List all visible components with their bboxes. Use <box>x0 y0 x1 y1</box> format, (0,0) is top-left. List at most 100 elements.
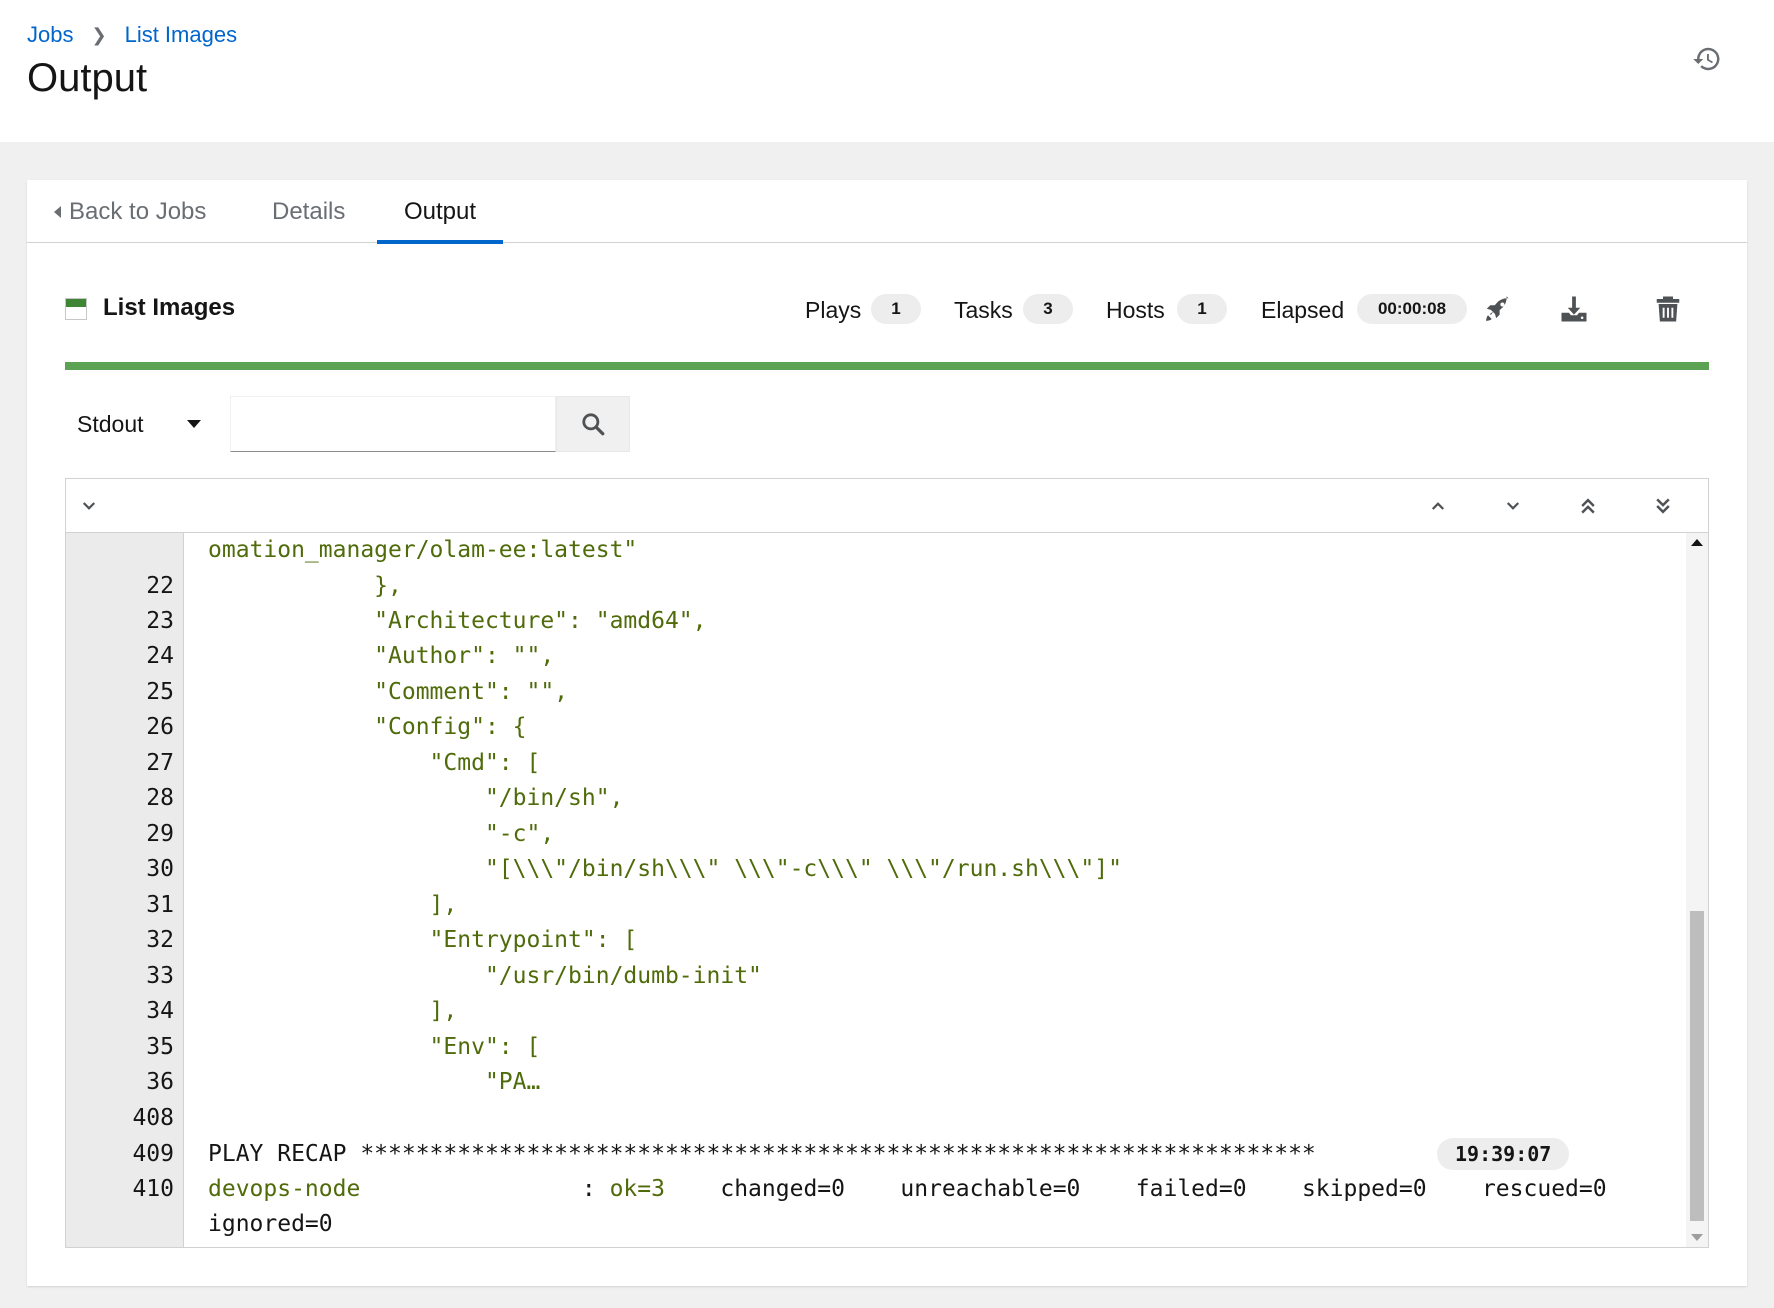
line-text: "Env": [ <box>208 1034 541 1060</box>
ok-count: ok=3 <box>609 1176 665 1202</box>
output-line: 36 "PA… <box>66 1065 1686 1099</box>
line-number: 34 <box>146 998 174 1024</box>
line-number: 26 <box>146 714 174 740</box>
line-number: 28 <box>146 785 174 811</box>
relaunch-rocket-icon[interactable] <box>1483 294 1513 324</box>
caret-left-icon <box>54 205 61 218</box>
line-text: "/usr/bin/dumb-init" <box>208 963 762 989</box>
delete-trash-icon[interactable] <box>1653 294 1683 324</box>
angle-double-down-icon <box>1656 498 1670 514</box>
tab-output-label: Output <box>404 197 477 225</box>
hosts-label: Hosts <box>1106 297 1165 323</box>
page-title: Output <box>27 56 148 100</box>
scroll-down-arrow-icon[interactable] <box>1691 1234 1703 1241</box>
job-header: List Images Plays 1 Tasks 3 Hosts 1 Elap… <box>65 290 1709 330</box>
line-text: "-c", <box>208 821 555 847</box>
search-icon <box>582 413 605 436</box>
line-text: "/bin/sh", <box>208 785 624 811</box>
host-name: devops-node <box>208 1176 361 1202</box>
host-recap-separator: : <box>360 1176 610 1202</box>
line-number: 25 <box>146 679 174 705</box>
line-number: 35 <box>146 1034 174 1060</box>
tab-output[interactable]: Output <box>377 180 504 244</box>
output-line: 26 "Config": { <box>66 710 1686 744</box>
line-text: omation_manager/olam-ee:latest" <box>208 537 638 563</box>
line-number: 33 <box>146 963 174 989</box>
page-header: Jobs ❯ List Images Output <box>0 0 1774 142</box>
scroll-next-button[interactable] <box>1498 491 1528 521</box>
output-line: 408 <box>66 1101 1686 1135</box>
line-text: ], <box>208 892 458 918</box>
download-icon[interactable] <box>1559 294 1589 324</box>
caret-down-icon <box>187 420 201 428</box>
line-text: "Cmd": [ <box>208 750 541 776</box>
line-number: 409 <box>132 1141 174 1167</box>
output-toolbar <box>66 479 1708 533</box>
output-line: 30 "[\\\"/bin/sh\\\" \\\"-c\\\" \\\"/run… <box>66 852 1686 886</box>
tab-back-to-jobs-label: Back to Jobs <box>69 197 207 225</box>
line-number: 31 <box>146 892 174 918</box>
scroll-up-arrow-icon[interactable] <box>1691 539 1703 546</box>
scroll-previous-button[interactable] <box>1423 491 1453 521</box>
line-text: "Author": "", <box>208 643 555 669</box>
history-icon[interactable] <box>1692 44 1722 74</box>
job-progress-bar <box>65 362 1709 370</box>
filter-type-value: Stdout <box>77 410 144 437</box>
tab-back-to-jobs[interactable]: Back to Jobs <box>27 180 233 243</box>
angle-up-icon <box>1431 502 1445 510</box>
host-recap-counts: changed=0 unreachable=0 failed=0 skipped… <box>664 1176 1607 1202</box>
line-number: 408 <box>132 1105 174 1131</box>
output-line: 24 "Author": "", <box>66 639 1686 673</box>
tab-bar: Back to Jobs Details Output <box>27 180 1747 244</box>
output-line: 33 "/usr/bin/dumb-init" <box>66 959 1686 993</box>
host-recap-line: 410 devops-node : ok=3 changed=0 unreach… <box>66 1172 1686 1206</box>
line-text: }, <box>208 573 402 599</box>
angle-down-icon <box>1506 502 1520 510</box>
chevron-down-icon <box>82 502 96 510</box>
breadcrumb-jobs-link[interactable]: Jobs <box>27 22 73 48</box>
output-line: 29 "-c", <box>66 817 1686 851</box>
filter-type-select[interactable]: Stdout <box>65 396 225 452</box>
line-text: "Architecture": "amd64", <box>208 608 707 634</box>
scroll-last-button[interactable] <box>1648 491 1678 521</box>
line-number: 29 <box>146 821 174 847</box>
search-input[interactable] <box>230 396 556 452</box>
tab-details-label: Details <box>272 197 346 225</box>
output-line: 23 "Architecture": "amd64", <box>66 604 1686 638</box>
scroll-first-button[interactable] <box>1573 491 1603 521</box>
output-scrollbar[interactable] <box>1686 533 1708 1247</box>
line-number: 36 <box>146 1069 174 1095</box>
plays-label: Plays <box>805 297 862 323</box>
job-output-card: Back to Jobs Details Output List Images … <box>27 180 1747 1286</box>
play-recap-line: 409 PLAY RECAP *************************… <box>66 1137 1686 1171</box>
line-text: ], <box>208 998 458 1024</box>
tasks-label: Tasks <box>954 297 1013 323</box>
line-text: "Comment": "", <box>208 679 569 705</box>
output-line: 32 "Entrypoint": [ <box>66 923 1686 957</box>
scrollbar-thumb[interactable] <box>1690 911 1704 1221</box>
line-text: "[\\\"/bin/sh\\\" \\\"-c\\\" \\\"/run.sh… <box>208 856 1122 882</box>
job-name: List Images <box>103 294 236 321</box>
plays-count-badge: 1 <box>871 294 921 324</box>
play-recap-text: PLAY RECAP *****************************… <box>208 1141 1316 1167</box>
host-recap-continuation: ignored=0 <box>66 1207 1686 1241</box>
line-number: 32 <box>146 927 174 953</box>
job-status-icon <box>65 298 87 320</box>
line-number: 410 <box>132 1176 174 1202</box>
breadcrumb-list-images-link[interactable]: List Images <box>125 22 238 48</box>
job-output-panel: omation_manager/olam-ee:latest" 22 }, 23… <box>65 478 1709 1248</box>
output-line: 28 "/bin/sh", <box>66 781 1686 815</box>
search-button[interactable] <box>556 396 630 452</box>
output-line: 31 ], <box>66 888 1686 922</box>
collapse-all-button[interactable] <box>74 491 104 521</box>
ignored-count: ignored=0 <box>208 1211 333 1237</box>
tab-details[interactable]: Details <box>245 180 372 243</box>
line-number: 30 <box>146 856 174 882</box>
line-number: 27 <box>146 750 174 776</box>
output-line: 27 "Cmd": [ <box>66 746 1686 780</box>
output-line: 34 ], <box>66 994 1686 1028</box>
angle-double-up-icon <box>1581 498 1595 514</box>
output-line: 25 "Comment": "", <box>66 675 1686 709</box>
tasks-count-badge: 3 <box>1023 294 1073 324</box>
hosts-count-badge: 1 <box>1177 294 1227 324</box>
